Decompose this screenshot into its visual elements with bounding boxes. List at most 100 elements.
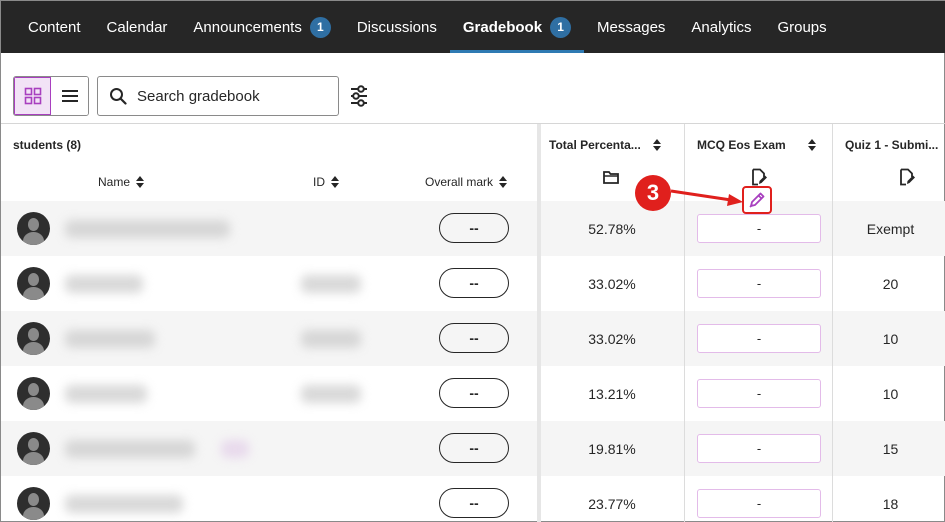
column-label: Overall mark bbox=[425, 175, 494, 189]
list-view-button[interactable] bbox=[51, 77, 88, 115]
overall-mark-pill[interactable]: -- bbox=[439, 433, 509, 463]
column-divider bbox=[832, 124, 833, 522]
view-toggle bbox=[13, 76, 89, 116]
tab-label: Announcements bbox=[193, 18, 302, 36]
avatar bbox=[17, 377, 50, 410]
tab-label: Analytics bbox=[691, 18, 752, 36]
assessment-icon bbox=[752, 168, 767, 186]
grade-input[interactable]: - bbox=[697, 379, 821, 408]
grade-input[interactable]: - bbox=[697, 434, 821, 463]
grade-input[interactable]: - bbox=[697, 269, 821, 298]
overall-mark-pill[interactable]: -- bbox=[439, 378, 509, 408]
grade-input[interactable]: - bbox=[697, 324, 821, 353]
redacted-name bbox=[65, 220, 230, 238]
quiz-grade-cell[interactable]: 15 bbox=[835, 421, 945, 476]
table-row: -- 13.21% - 10 bbox=[1, 366, 945, 421]
edit-grade-button[interactable] bbox=[742, 186, 772, 214]
tab-announcements[interactable]: Announcements 1 bbox=[180, 1, 343, 53]
total-percentage-cell[interactable]: 33.02% bbox=[541, 256, 683, 311]
overall-mark-pill[interactable]: -- bbox=[439, 323, 509, 353]
redacted-name bbox=[65, 385, 147, 403]
course-nav: Content Calendar Announcements 1 Discussi… bbox=[1, 1, 945, 53]
total-percentage-cell[interactable]: 13.21% bbox=[541, 366, 683, 421]
column-divider bbox=[684, 124, 685, 522]
tab-label: Discussions bbox=[356, 18, 437, 36]
redacted-tag bbox=[221, 440, 249, 458]
quiz-column-header[interactable]: Quiz 1 - Submi... bbox=[845, 138, 938, 152]
tab-content[interactable]: Content bbox=[15, 1, 94, 53]
search-input[interactable] bbox=[137, 87, 327, 105]
quiz-grade-cell[interactable]: Exempt bbox=[835, 201, 945, 256]
tab-gradebook[interactable]: Gradebook 1 bbox=[449, 1, 585, 53]
sort-icon bbox=[499, 176, 508, 188]
tab-messages[interactable]: Messages bbox=[584, 1, 678, 53]
table-row: -- 33.02% - 20 bbox=[1, 256, 945, 311]
search-box bbox=[97, 76, 339, 116]
callout-arrow bbox=[670, 189, 743, 206]
sort-icon bbox=[136, 176, 145, 188]
students-count: students (8) bbox=[13, 138, 82, 152]
table-row: -- 19.81% - 15 bbox=[1, 421, 945, 476]
redacted-id bbox=[301, 275, 361, 293]
column-label: Total Percenta... bbox=[549, 138, 641, 152]
total-percentage-column-header[interactable]: Total Percenta... bbox=[549, 138, 661, 152]
pencil-icon bbox=[749, 192, 765, 208]
filter-sliders-icon bbox=[351, 85, 367, 107]
id-column-header[interactable]: ID bbox=[313, 175, 339, 189]
tab-label: Content bbox=[28, 18, 81, 36]
quiz-grade-cell[interactable]: 10 bbox=[835, 311, 945, 366]
tab-analytics[interactable]: Analytics bbox=[678, 1, 764, 53]
table-row: -- 52.78% - Exempt bbox=[1, 201, 945, 256]
column-label: Name bbox=[98, 175, 131, 189]
grade-input[interactable]: - bbox=[697, 214, 821, 243]
avatar bbox=[17, 212, 50, 245]
step-callout: 3 bbox=[635, 175, 671, 211]
redacted-name bbox=[65, 330, 155, 348]
tab-label: Calendar bbox=[106, 18, 168, 36]
avatar bbox=[17, 432, 50, 465]
tab-discussions[interactable]: Discussions bbox=[344, 1, 450, 53]
gradebook-toolbar bbox=[13, 76, 369, 116]
sort-icon bbox=[331, 176, 339, 188]
grade-input[interactable]: - bbox=[697, 489, 821, 518]
mcq-exam-column-header[interactable]: MCQ Eos Exam bbox=[697, 138, 816, 152]
total-percentage-cell[interactable]: 33.02% bbox=[541, 311, 683, 366]
sort-icon bbox=[652, 139, 661, 151]
list-icon bbox=[61, 90, 78, 102]
table-row: -- 23.77% - 18 bbox=[1, 476, 945, 522]
student-rows: -- 52.78% - Exempt -- 33.02% - 20 -- 33.… bbox=[1, 201, 945, 522]
tab-label: Groups bbox=[777, 18, 827, 36]
sort-icon bbox=[807, 139, 816, 151]
overall-mark-pill[interactable]: -- bbox=[439, 488, 509, 518]
quiz-grade-cell[interactable]: 18 bbox=[835, 476, 945, 522]
column-label: MCQ Eos Exam bbox=[697, 138, 786, 152]
avatar bbox=[17, 487, 50, 520]
column-label: ID bbox=[313, 175, 325, 189]
count-badge: 1 bbox=[309, 16, 331, 38]
avatar bbox=[17, 322, 50, 355]
total-percentage-cell[interactable]: 19.81% bbox=[541, 421, 683, 476]
total-percentage-cell[interactable]: 52.78% bbox=[541, 201, 683, 256]
quiz-grade-cell[interactable]: 20 bbox=[835, 256, 945, 311]
gradebook-grid: students (8) Name ID Overall mark Total … bbox=[1, 123, 945, 522]
count-badge: 1 bbox=[550, 16, 572, 38]
overall-mark-pill[interactable]: -- bbox=[439, 213, 509, 243]
folder-icon bbox=[603, 171, 619, 184]
tab-label: Gradebook bbox=[462, 18, 543, 36]
redacted-id bbox=[301, 330, 361, 348]
search-icon bbox=[110, 88, 127, 105]
avatar bbox=[17, 267, 50, 300]
filter-button[interactable] bbox=[349, 84, 369, 108]
overall-mark-column-header[interactable]: Overall mark bbox=[425, 175, 508, 189]
column-divider bbox=[537, 124, 541, 522]
tab-label: Messages bbox=[597, 18, 666, 36]
redacted-name bbox=[65, 495, 183, 513]
quiz-grade-cell[interactable]: 10 bbox=[835, 366, 945, 421]
tab-groups[interactable]: Groups bbox=[764, 1, 839, 53]
name-column-header[interactable]: Name bbox=[98, 175, 145, 189]
total-percentage-cell[interactable]: 23.77% bbox=[541, 476, 683, 522]
tab-calendar[interactable]: Calendar bbox=[94, 1, 181, 53]
column-label: Quiz 1 - Submi... bbox=[845, 138, 939, 152]
grid-view-button[interactable] bbox=[14, 77, 51, 115]
overall-mark-pill[interactable]: -- bbox=[439, 268, 509, 298]
